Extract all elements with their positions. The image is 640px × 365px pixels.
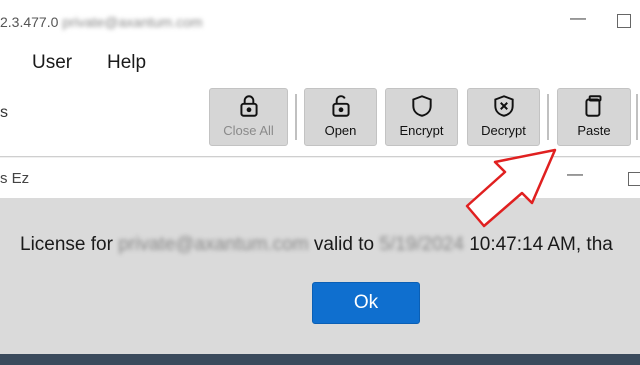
ok-button[interactable]: Ok bbox=[312, 282, 420, 324]
paste-label: Paste bbox=[577, 123, 611, 138]
open-label: Open bbox=[324, 123, 357, 138]
message-mid: valid to bbox=[313, 234, 375, 255]
window-title: 2.3.477.0 private@axantum.com bbox=[0, 14, 203, 30]
message-email: private@axantum.com bbox=[118, 234, 309, 255]
encrypt-button[interactable]: Encrypt bbox=[385, 88, 458, 146]
minimize-button[interactable]: — bbox=[570, 10, 586, 28]
toolbar-separator bbox=[295, 94, 297, 140]
menu-user[interactable]: User bbox=[32, 52, 72, 74]
dialog-maximize-button[interactable] bbox=[628, 172, 640, 186]
lock-icon bbox=[239, 95, 258, 117]
blurred-email: private@axantum.com bbox=[62, 14, 203, 30]
dialog-minimize-button[interactable]: — bbox=[567, 166, 583, 184]
clipboard-icon bbox=[585, 95, 602, 117]
app-title-bar: 2.3.477.0 private@axantum.com — bbox=[0, 0, 640, 42]
decrypt-button[interactable]: Decrypt bbox=[467, 88, 540, 146]
encrypt-label: Encrypt bbox=[399, 123, 444, 138]
message-suffix: 10:47:14 AM, tha bbox=[469, 234, 613, 255]
toolbar: s Close All Open Encrypt Decrypt Paste bbox=[0, 86, 640, 157]
menu-help[interactable]: Help bbox=[107, 52, 146, 74]
shield-x-icon bbox=[493, 95, 514, 117]
message-prefix: License for bbox=[20, 234, 113, 255]
decrypt-label: Decrypt bbox=[481, 123, 526, 138]
unlock-icon bbox=[331, 95, 350, 117]
close-all-button[interactable]: Close All bbox=[209, 88, 288, 146]
shield-icon bbox=[411, 95, 432, 117]
dialog-title-bar: s Ez — bbox=[0, 158, 640, 198]
open-button[interactable]: Open bbox=[304, 88, 377, 146]
menu-bar: User Help bbox=[0, 42, 640, 86]
close-all-label: Close All bbox=[223, 123, 274, 138]
dialog-title: s Ez bbox=[0, 170, 30, 187]
toolbar-separator bbox=[636, 94, 638, 140]
toolbar-separator bbox=[547, 94, 549, 140]
paste-button[interactable]: Paste bbox=[557, 88, 631, 146]
version-text: 2.3.477.0 bbox=[0, 14, 59, 30]
license-message: License for private@axantum.com valid to… bbox=[20, 234, 613, 256]
toolbar-left-fragment: s bbox=[0, 104, 8, 121]
message-date: 5/19/2024 bbox=[379, 234, 464, 255]
license-dialog: s Ez — License for private@axantum.com v… bbox=[0, 158, 640, 365]
maximize-button[interactable] bbox=[617, 14, 631, 28]
background-strip bbox=[0, 354, 640, 365]
